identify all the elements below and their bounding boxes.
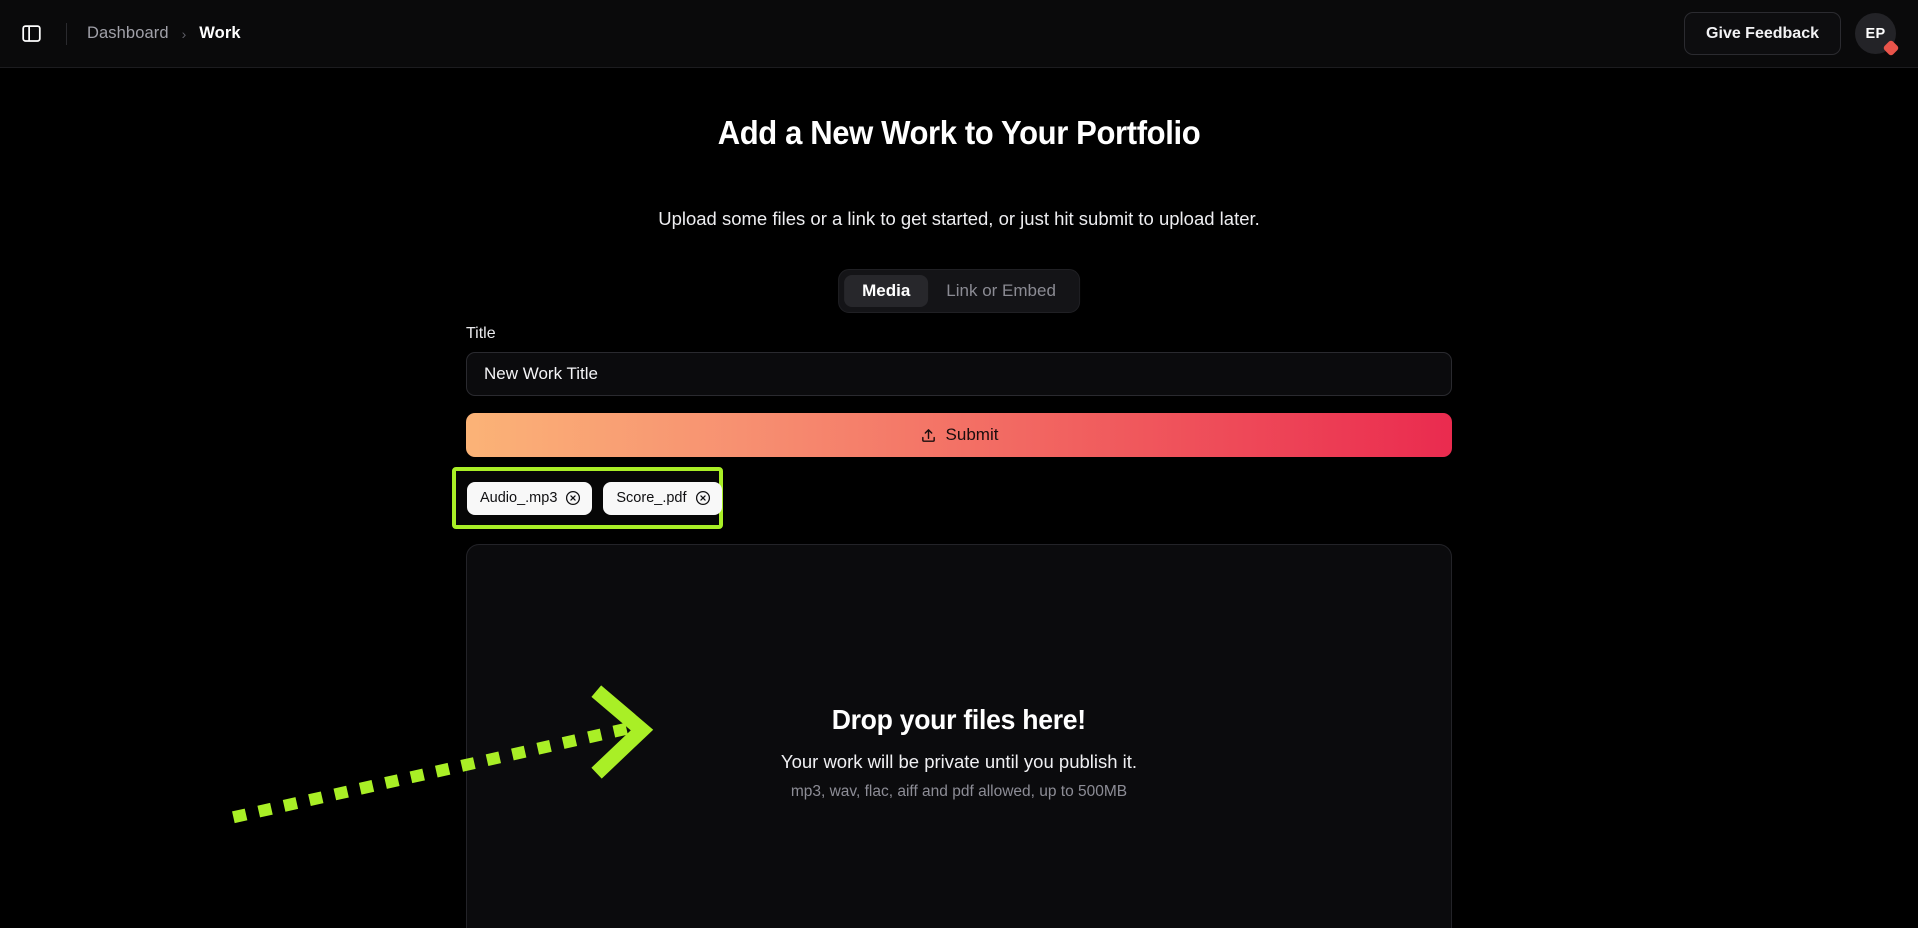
attachments-highlight-box: Audio_.mp3 Score_.pdf: [452, 467, 723, 529]
breadcrumb-work[interactable]: Work: [199, 24, 240, 43]
tab-media[interactable]: Media: [844, 275, 929, 307]
circle-x-icon[interactable]: [695, 490, 711, 506]
page-title: Add a New Work to Your Portfolio: [717, 114, 1201, 151]
upload-mode-tabs: Media Link or Embed: [838, 269, 1080, 313]
app-root: Dashboard › Work Give Feedback EP Add a …: [0, 0, 1918, 928]
file-chip[interactable]: Score_.pdf: [603, 481, 722, 515]
header-divider: [66, 22, 67, 45]
breadcrumb-dashboard[interactable]: Dashboard: [87, 24, 169, 43]
breadcrumb-separator-icon: ›: [181, 25, 187, 42]
sidebar-toggle-button[interactable]: [14, 17, 48, 51]
attachment-chips: Audio_.mp3 Score_.pdf: [456, 471, 722, 525]
dropzone-subtitle: Your work will be private until you publ…: [780, 751, 1138, 772]
file-chip-name: Audio_.mp3: [480, 490, 558, 506]
avatar[interactable]: EP: [1855, 13, 1900, 57]
main-content: Add a New Work to Your Portfolio Upload …: [0, 68, 1918, 928]
file-chip[interactable]: Audio_.mp3: [467, 481, 593, 515]
header-actions: Give Feedback EP: [1684, 12, 1900, 57]
title-field-label: Title: [466, 325, 496, 342]
dropzone-hint: mp3, wav, flac, aiff and pdf allowed, up…: [790, 783, 1128, 800]
submit-button[interactable]: Submit: [466, 413, 1452, 457]
give-feedback-button[interactable]: Give Feedback: [1684, 12, 1841, 55]
circle-x-icon[interactable]: [565, 490, 581, 506]
top-header: Dashboard › Work Give Feedback EP: [0, 0, 1918, 68]
dropzone-title: Drop your files here!: [831, 704, 1087, 735]
work-form: Title Submit: [466, 325, 1452, 457]
upload-icon: [921, 428, 935, 442]
file-chip-name: Score_.pdf: [616, 490, 687, 506]
breadcrumb: Dashboard › Work: [87, 24, 241, 43]
title-input[interactable]: [466, 352, 1452, 396]
submit-button-label: Submit: [945, 425, 999, 444]
panel-toggle-icon: [21, 25, 41, 42]
tab-link-or-embed[interactable]: Link or Embed: [928, 275, 1074, 307]
file-dropzone[interactable]: Drop your files here! Your work will be …: [466, 544, 1452, 928]
page-subtitle: Upload some files or a link to get start…: [658, 208, 1260, 229]
